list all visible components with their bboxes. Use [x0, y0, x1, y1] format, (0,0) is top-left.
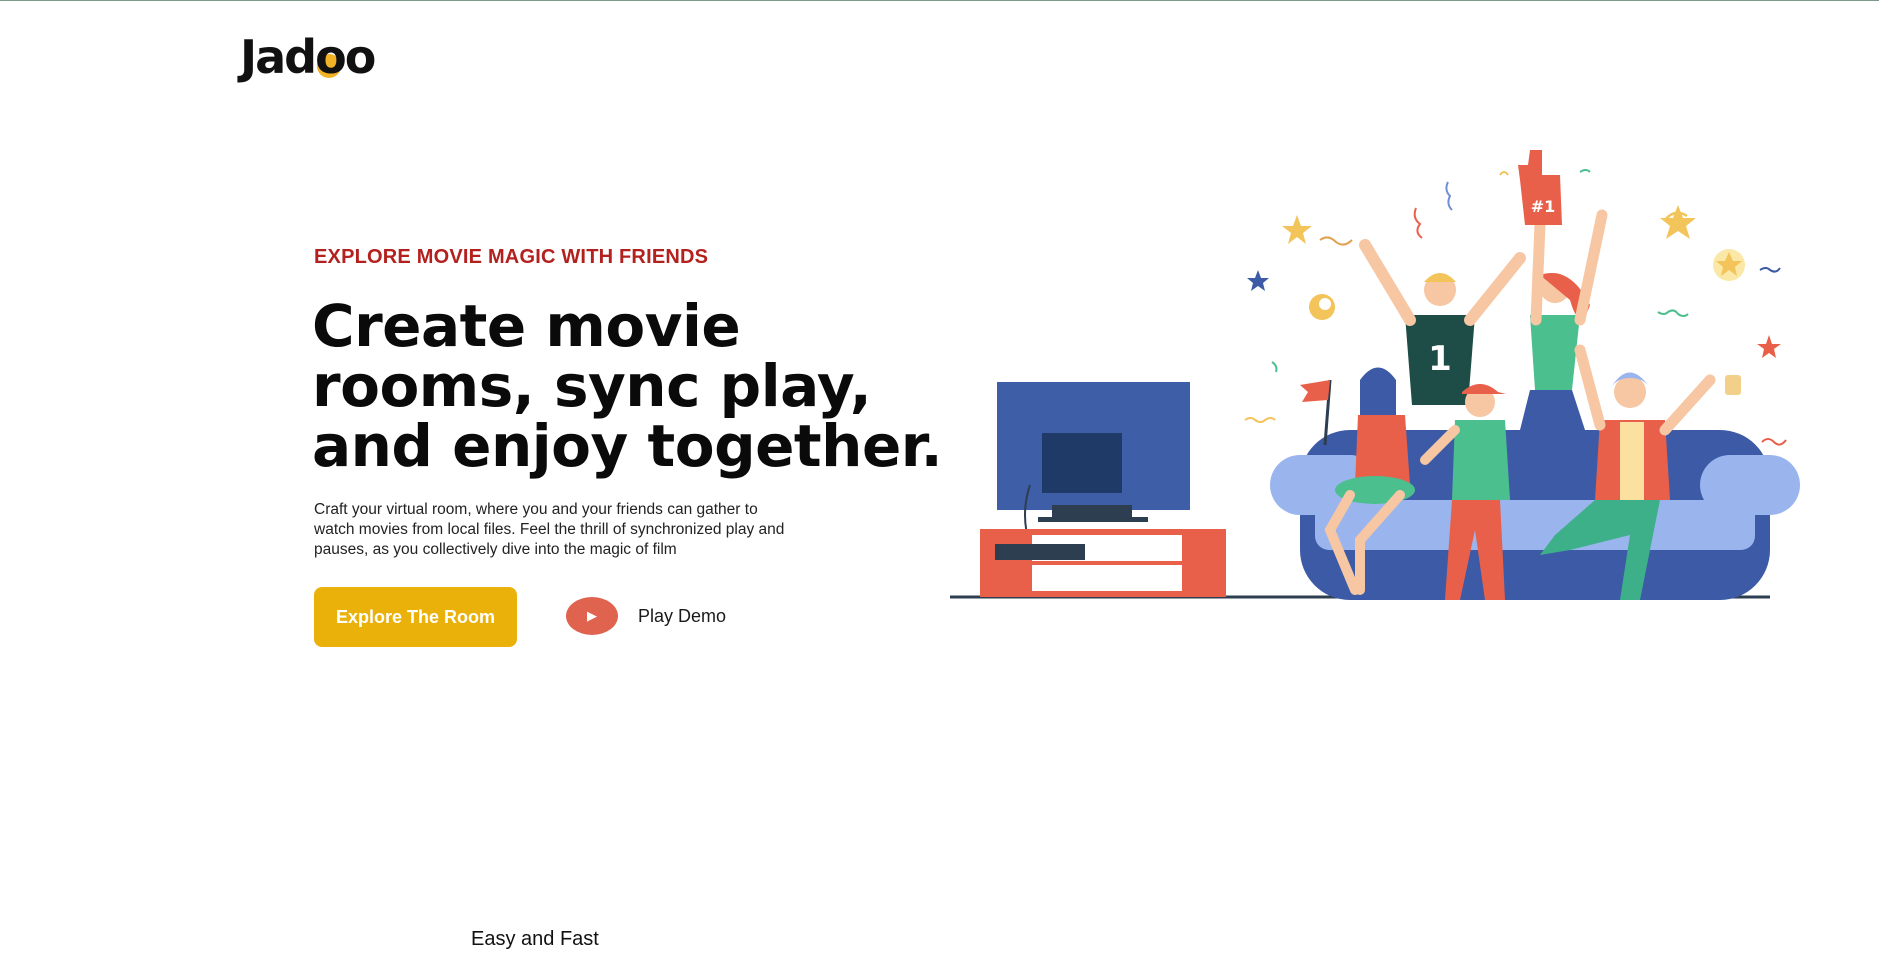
- logo-text-primary: Jad: [240, 30, 317, 84]
- section-heading-easy-and-fast: Easy and Fast: [471, 928, 599, 950]
- hero-headline: Create movie rooms, sync play, and enjoy…: [312, 292, 943, 480]
- play-icon: ▶: [566, 597, 618, 635]
- friends-watching-tv-illustration: 1 #1: [950, 150, 1800, 600]
- play-demo-label: Play Demo: [638, 605, 727, 626]
- logo[interactable]: Jad oo: [240, 30, 376, 84]
- hero-description: Craft your virtual room, where you and y…: [314, 501, 785, 558]
- play-demo-button[interactable]: ▶ Play Demo: [566, 597, 726, 635]
- top-border-line: [0, 0, 1879, 1]
- jersey-number: 1: [1428, 339, 1452, 379]
- logo-text-accent: oo: [315, 30, 376, 84]
- foam-finger-text: #1: [1531, 197, 1556, 216]
- hero-eyebrow: EXPLORE MOVIE MAGIC WITH FRIENDS: [314, 246, 709, 268]
- explore-room-button[interactable]: Explore The Room: [314, 587, 517, 647]
